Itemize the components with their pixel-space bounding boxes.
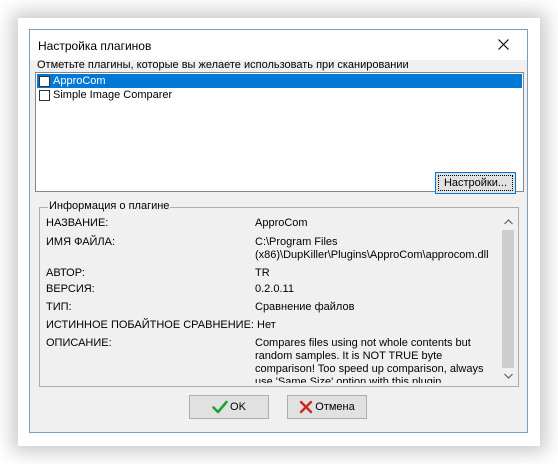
info-value: C:\Program Files (x86)\DupKiller\Plugins… (255, 236, 489, 261)
plugin-settings-dialog: Настройка плагинов Отметьте плагины, кот… (29, 29, 528, 433)
plugin-info-group: Информация о плагине НАЗВАНИЕ: ApproCom … (39, 200, 519, 387)
ok-button-label: OK (230, 401, 246, 413)
checkmark-icon (212, 400, 228, 414)
cancel-button[interactable]: Отмена (287, 395, 367, 419)
plugin-item-simple-image-comparer[interactable]: Simple Image Comparer (37, 88, 522, 102)
plugin-info-panel: НАЗВАНИЕ: ApproCom ИМЯ ФАЙЛА: C:\Program… (43, 215, 515, 383)
dialog-title: Настройка плагинов (38, 39, 152, 53)
plugin-list-instruction: Отметьте плагины, которые вы желаете исп… (37, 59, 409, 71)
plugin-info-legend: Информация о плагине (48, 200, 171, 213)
info-value: TR (255, 267, 270, 279)
chevron-down-icon (503, 373, 513, 379)
scroll-up-button[interactable] (501, 215, 515, 229)
info-value: ApproCom (255, 217, 308, 229)
info-key: ТИП: (46, 301, 72, 313)
plugin-label: ApproCom (53, 75, 106, 87)
info-value: Сравнение файлов (255, 301, 355, 313)
cross-icon (299, 400, 313, 414)
ok-button[interactable]: OK (189, 395, 269, 419)
title-bar: Настройка плагинов (30, 30, 527, 60)
scroll-down-button[interactable] (501, 369, 515, 383)
plugin-checkbox[interactable] (39, 75, 50, 87)
plugin-label: Simple Image Comparer (53, 89, 173, 101)
info-key: НАЗВАНИЕ: (46, 217, 109, 229)
scroll-thumb[interactable] (502, 230, 514, 368)
close-button[interactable] (481, 30, 525, 59)
info-value: Нет (257, 319, 276, 331)
close-icon (497, 39, 509, 50)
info-key: ВЕРСИЯ: (46, 283, 95, 295)
info-value: Compares files using not whole contents … (255, 337, 484, 383)
info-key: АВТОР: (46, 267, 85, 279)
chevron-up-icon (503, 219, 513, 225)
info-key: ИМЯ ФАЙЛА: (46, 236, 116, 248)
cancel-button-label: Отмена (315, 401, 355, 413)
plugin-settings-button[interactable]: Настройки... (435, 172, 516, 194)
info-key: ИСТИННОЕ ПОБАЙТНОЕ СРАВНЕНИЕ: (46, 319, 254, 331)
plugin-checkbox[interactable] (39, 89, 50, 101)
info-scrollbar[interactable] (501, 215, 515, 383)
plugin-item-approcom[interactable]: ApproCom (37, 74, 522, 88)
info-key: ОПИСАНИЕ: (46, 337, 112, 349)
info-value: 0.2.0.11 (255, 283, 294, 295)
